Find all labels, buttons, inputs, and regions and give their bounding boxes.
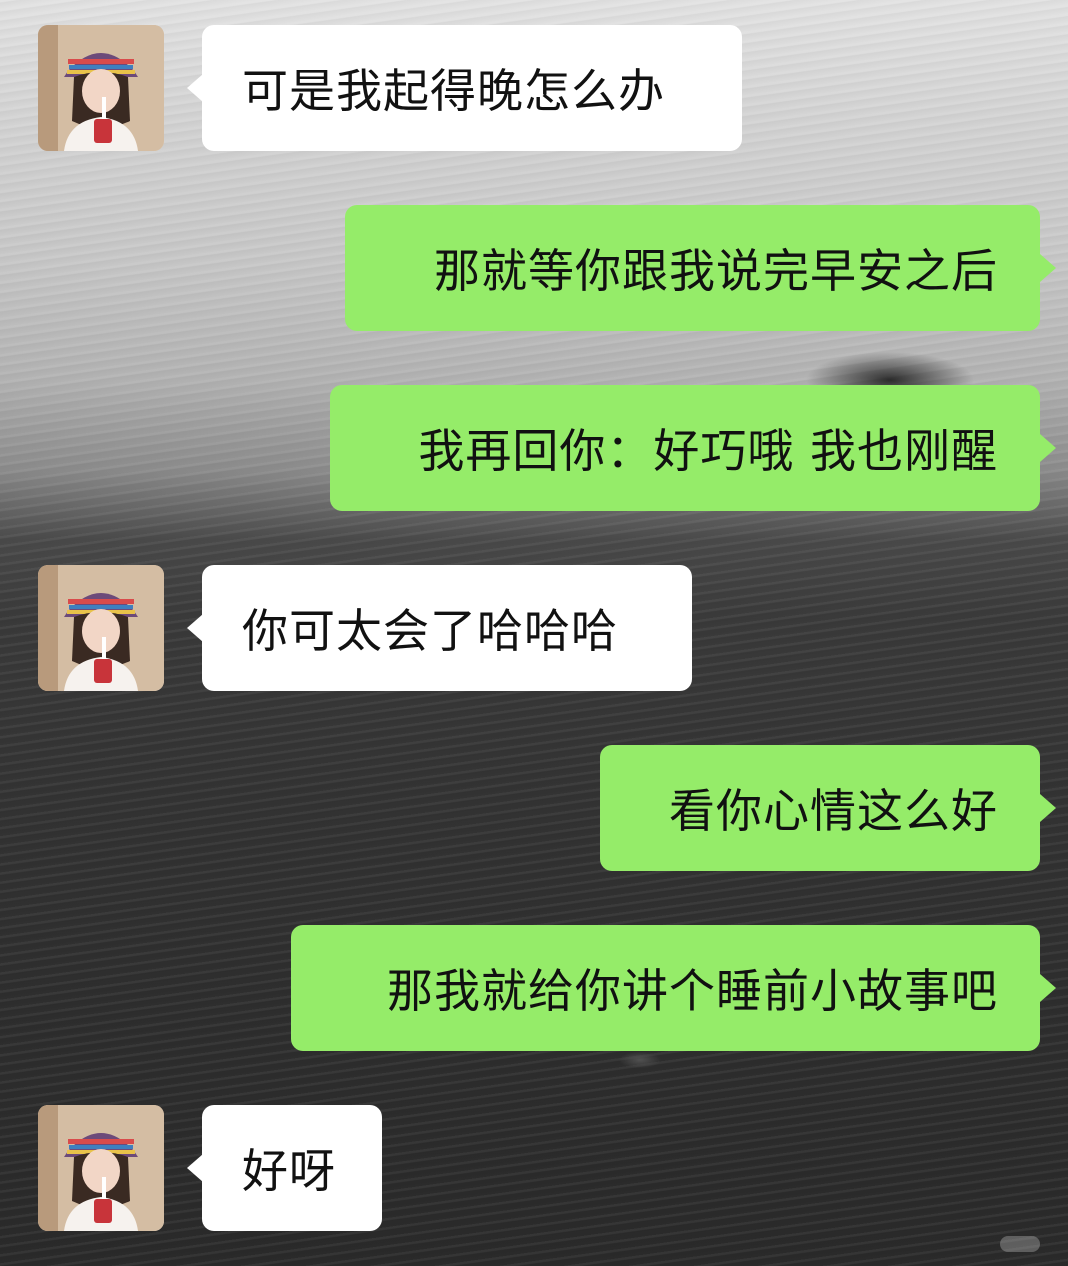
watermark-logo (1000, 1236, 1040, 1252)
message-text: 可是我起得晚怎么办 (242, 64, 665, 118)
outgoing-message-bubble[interactable]: 看你心情这么好 (600, 745, 1040, 871)
message-text: 好呀 (242, 1144, 336, 1198)
avatar-image (38, 565, 164, 691)
bubble-tail (1040, 254, 1056, 282)
message-text: 那就等你跟我说完早安之后 (434, 244, 998, 298)
contact-avatar[interactable] (38, 1105, 164, 1231)
bubble-tail (187, 1154, 203, 1182)
avatar-image (38, 1105, 164, 1231)
outgoing-message-bubble[interactable]: 那就等你跟我说完早安之后 (345, 205, 1040, 331)
bubble-tail (187, 614, 203, 642)
message-text: 那我就给你讲个睡前小故事吧 (387, 964, 998, 1018)
outgoing-message-bubble[interactable]: 我再回你：好巧哦 我也刚醒 (330, 385, 1040, 511)
message-text: 看你心情这么好 (669, 784, 998, 838)
incoming-message-bubble[interactable]: 好呀 (202, 1105, 382, 1231)
message-text: 我再回你：好巧哦 我也刚醒 (418, 424, 998, 478)
avatar-image (38, 25, 164, 151)
contact-avatar[interactable] (38, 25, 164, 151)
bubble-tail (1040, 794, 1056, 822)
bubble-tail (1040, 974, 1056, 1002)
outgoing-message-bubble[interactable]: 那我就给你讲个睡前小故事吧 (291, 925, 1040, 1051)
message-text: 你可太会了哈哈哈 (242, 604, 618, 658)
contact-avatar[interactable] (38, 565, 164, 691)
bubble-tail (1040, 434, 1056, 462)
incoming-message-bubble[interactable]: 可是我起得晚怎么办 (202, 25, 742, 151)
incoming-message-bubble[interactable]: 你可太会了哈哈哈 (202, 565, 692, 691)
bubble-tail (187, 74, 203, 102)
